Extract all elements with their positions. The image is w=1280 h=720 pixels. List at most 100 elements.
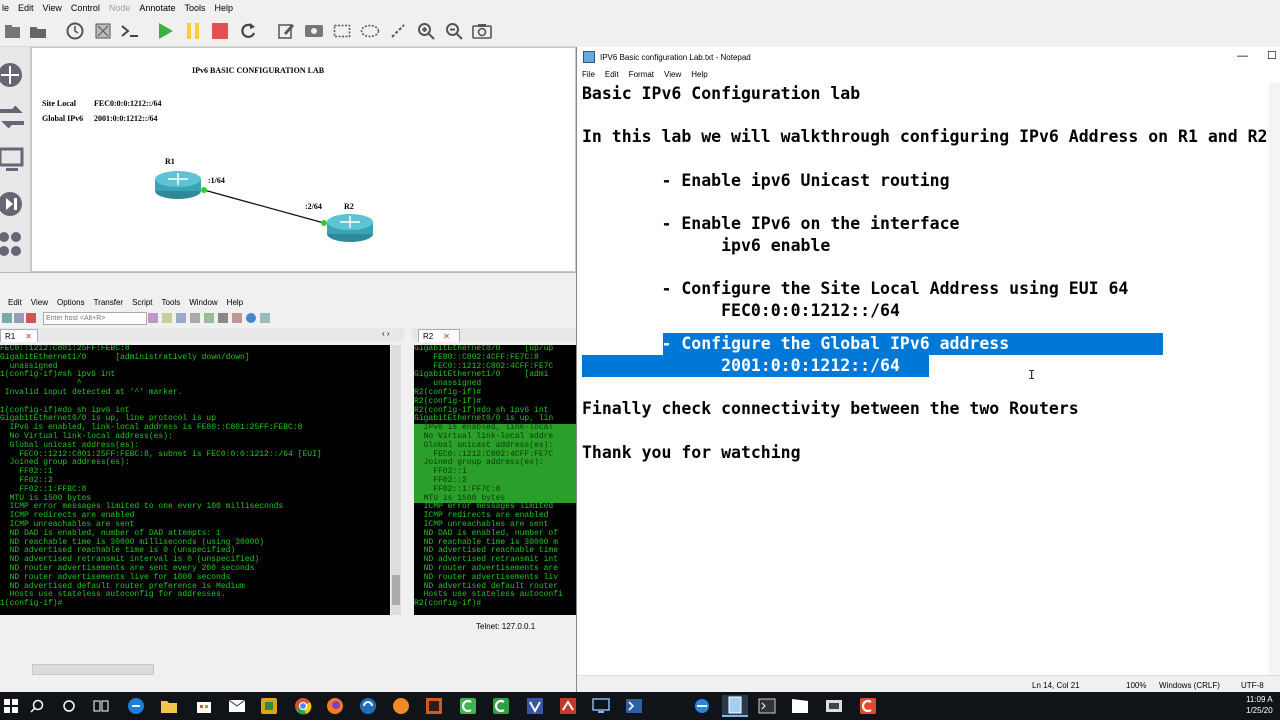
crt-menu-view[interactable]: View — [31, 298, 48, 307]
draw-ellipse-icon[interactable] — [359, 20, 381, 42]
crt-menu-edit[interactable]: Edit — [8, 298, 22, 307]
monitor-icon[interactable] — [590, 695, 612, 717]
tab-r1[interactable]: R1 ✕ — [0, 329, 38, 342]
tab-r2[interactable]: R2 ✕ — [418, 329, 460, 342]
console-icon[interactable] — [119, 20, 141, 42]
suspend-icon[interactable] — [182, 20, 204, 42]
maximize-icon[interactable]: ☐ — [1267, 49, 1277, 62]
topology-canvas[interactable]: IPv6 BASIC CONFIGURATION LAB Site Local … — [31, 47, 576, 272]
start-icon[interactable] — [154, 20, 176, 42]
file-explorer-icon[interactable] — [158, 695, 180, 717]
app-icon-slideshow[interactable] — [823, 695, 845, 717]
clapper-icon[interactable] — [789, 695, 811, 717]
camtasia-icon[interactable] — [457, 695, 479, 717]
np-menu-edit[interactable]: Edit — [605, 70, 619, 79]
end-devices-category-icon[interactable] — [0, 147, 24, 178]
menu-tools[interactable]: Tools — [184, 3, 205, 13]
text-cursor-icon: I — [1028, 368, 1036, 382]
app-icon-orange[interactable] — [390, 695, 412, 717]
system-clock[interactable]: 11:09 A 1/25/20 — [1246, 694, 1273, 716]
packet-tracer-icon[interactable] — [557, 695, 579, 717]
screenshot-icon[interactable] — [471, 20, 493, 42]
r1-terminal-scrollbar[interactable] — [391, 345, 401, 615]
cortana-icon[interactable] — [58, 695, 80, 717]
np-menu-view[interactable]: View — [664, 70, 681, 79]
r1-router-icon[interactable] — [154, 169, 202, 204]
chrome-icon[interactable] — [292, 695, 314, 717]
gns3-app-icon[interactable] — [258, 695, 280, 717]
menu-file[interactable]: le — [2, 3, 9, 13]
cursor-position: Ln 14, Col 21 — [1032, 681, 1080, 690]
notepad-text-area[interactable]: Basic IPv6 Configuration lab In this lab… — [582, 83, 1272, 683]
routers-category-icon[interactable] — [0, 61, 24, 92]
security-devices-category-icon[interactable] — [0, 190, 24, 221]
r1-name-label: R1 — [165, 157, 175, 166]
powershell-icon[interactable] — [623, 695, 645, 717]
tab-close-icon[interactable]: ✕ — [25, 332, 32, 341]
draw-line-icon[interactable] — [387, 20, 409, 42]
zoom-out-icon[interactable] — [443, 20, 465, 42]
np-menu-format[interactable]: Format — [629, 70, 654, 79]
connect-icons[interactable] — [2, 313, 38, 325]
open-folder-icon[interactable] — [27, 20, 49, 42]
clock-icon[interactable] — [64, 20, 86, 42]
app-icon-dark[interactable] — [423, 695, 445, 717]
crt-menu-help[interactable]: Help — [227, 298, 243, 307]
edge-icon[interactable] — [125, 695, 147, 717]
visio-icon[interactable] — [524, 695, 546, 717]
notepad-titlebar: IPV6 Basic configuration Lab.txt - Notep… — [577, 47, 1280, 67]
start-icon[interactable] — [0, 695, 22, 717]
notepad-scrollbar[interactable] — [1269, 83, 1280, 675]
app-icon-c-red[interactable] — [857, 695, 879, 717]
add-note-icon[interactable] — [275, 20, 297, 42]
topology-link[interactable] — [32, 48, 572, 268]
menu-view[interactable]: View — [43, 3, 62, 13]
firefox-icon[interactable] — [324, 695, 346, 717]
r2-terminal[interactable]: GigabitEthernet0/0 [up/up FE80::C802:4CF… — [414, 345, 576, 615]
crt-menu-window[interactable]: Window — [189, 298, 217, 307]
np-menu-help[interactable]: Help — [691, 70, 707, 79]
menu-control[interactable]: Control — [71, 3, 100, 13]
np-menu-file[interactable]: File — [582, 70, 595, 79]
tab-scroll-arrows[interactable]: ‹ › — [382, 329, 390, 338]
minimize-icon[interactable]: — — [1237, 50, 1248, 62]
tab-close-icon[interactable]: ✕ — [443, 332, 450, 341]
new-project-icon[interactable] — [2, 20, 24, 42]
store-icon[interactable] — [193, 695, 215, 717]
zoom-in-icon[interactable] — [415, 20, 437, 42]
crt-toolbar-icons[interactable] — [148, 313, 308, 325]
menu-edit[interactable]: Edit — [18, 3, 34, 13]
menu-node[interactable]: Node — [109, 3, 131, 13]
stop-icon[interactable] — [209, 20, 231, 42]
menu-annotate[interactable]: Annotate — [139, 3, 175, 13]
crt-menu-tools[interactable]: Tools — [162, 298, 181, 307]
crt-menu-transfer[interactable]: Transfer — [94, 298, 124, 307]
tab-r2-label: R2 — [423, 331, 434, 341]
notepad-taskbar-icon[interactable] — [722, 695, 748, 717]
text-line: - Enable IPv6 on the interface — [582, 214, 960, 233]
app-icon-c-green[interactable] — [490, 695, 512, 717]
horizontal-scrollbar[interactable] — [32, 664, 154, 675]
crt-statusbar: Telnet: 127.0.0.1 — [0, 619, 576, 633]
insert-picture-icon[interactable] — [303, 20, 325, 42]
gns3-menubar: le Edit View Control Node Annotate Tools… — [0, 0, 578, 16]
terminal-icon[interactable] — [756, 695, 778, 717]
crt-menu-options[interactable]: Options — [57, 298, 85, 307]
text-line: FEC0:0:0:1212::/64 — [582, 301, 900, 320]
task-view-icon[interactable] — [90, 695, 112, 717]
snapshot-icon[interactable] — [92, 20, 114, 42]
r2-router-icon[interactable] — [326, 212, 374, 247]
reload-icon[interactable] — [237, 20, 259, 42]
draw-rectangle-icon[interactable] — [331, 20, 353, 42]
app-icon-blue[interactable] — [357, 695, 379, 717]
all-devices-category-icon[interactable] — [0, 231, 24, 264]
search-icon[interactable] — [26, 695, 48, 717]
text-line: ipv6 enable — [582, 236, 831, 255]
crt-menu-script[interactable]: Script — [132, 298, 152, 307]
menu-help[interactable]: Help — [214, 3, 233, 13]
ie-icon[interactable] — [691, 695, 713, 717]
switches-category-icon[interactable] — [0, 104, 24, 133]
r1-terminal[interactable]: FEC0::1212:C801:25FF:FEBC:8 GigabitEthern… — [0, 345, 390, 615]
host-input[interactable] — [43, 312, 147, 325]
mail-icon[interactable] — [226, 695, 248, 717]
